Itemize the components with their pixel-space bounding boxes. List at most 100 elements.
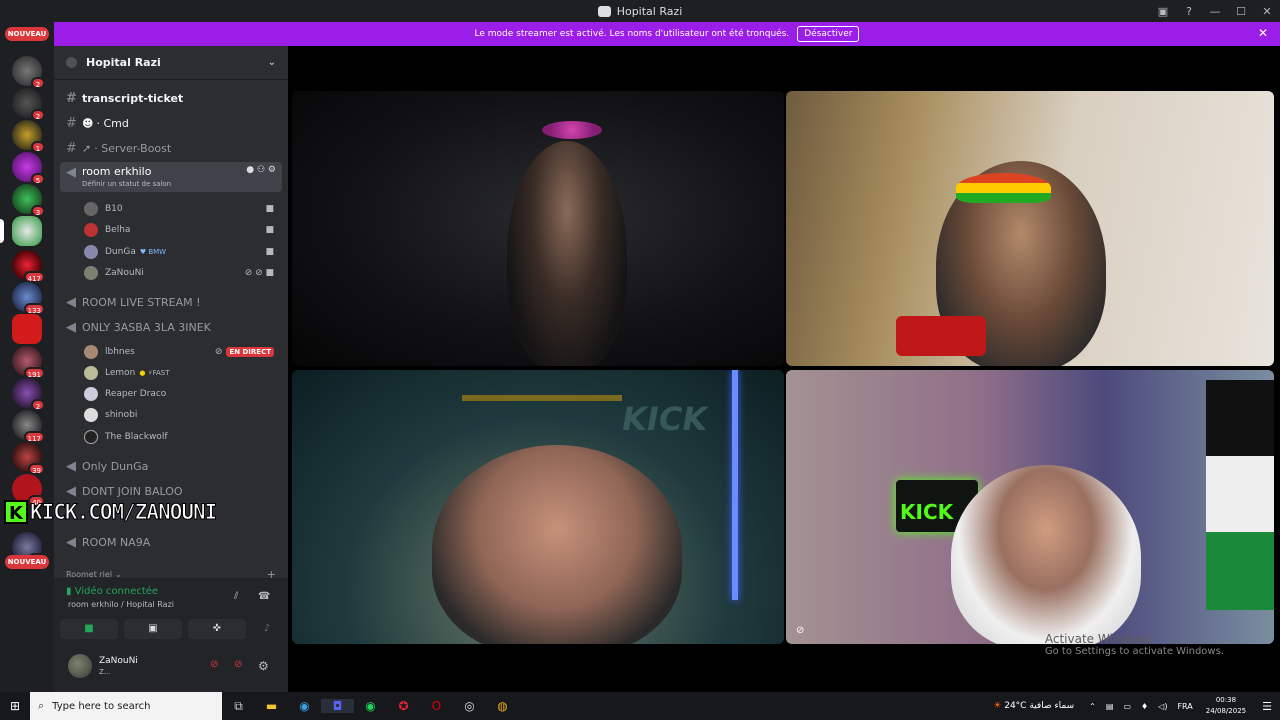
video-tile[interactable] — [292, 91, 784, 366]
avatar — [84, 245, 98, 259]
lemon-icon: ● — [139, 369, 146, 377]
camera-button[interactable]: ■ — [60, 619, 118, 639]
server-icon[interactable]: 2 — [12, 56, 45, 89]
task-view-icon[interactable]: ⧉ — [222, 699, 255, 714]
signal-icon: ▮ — [66, 586, 72, 597]
banner-text: Le mode streamer est activé. Les noms d'… — [474, 29, 790, 39]
voice-channel-room-na9a[interactable]: ◀ ROOM NA9A — [60, 531, 282, 553]
voice-user[interactable]: Belha ■ — [84, 220, 280, 240]
system-tray: ☀ 24°C سماء صافية ⌃ ▤ ▭ ♦ ◁) FRA 00:38 2… — [993, 692, 1280, 720]
server-icon[interactable]: 2 — [12, 88, 45, 121]
language-indicator[interactable]: FRA — [1177, 702, 1192, 711]
network-icon[interactable]: ▭ — [1123, 702, 1131, 711]
window-title: Hopital Razi — [616, 4, 683, 18]
activity-button[interactable]: ✜ — [188, 619, 246, 639]
help-icon[interactable]: ? — [1176, 5, 1202, 18]
video-feed-led-strip — [732, 370, 738, 600]
server-header[interactable]: Hopital Razi ⌄ — [54, 46, 288, 80]
server-icon[interactable]: 39 — [12, 442, 45, 475]
avatar — [84, 202, 98, 216]
maximize-button[interactable]: ☐ — [1228, 5, 1254, 18]
server-icon[interactable]: 3 — [12, 184, 45, 217]
window-controls: ▣ ? — ☐ ✕ — [1150, 0, 1280, 22]
video-tile[interactable]: KICK ⊘ — [786, 370, 1274, 644]
voice-channel-only-3asba[interactable]: ◀ ONLY 3ASBA 3LA 3INEK — [60, 316, 282, 338]
voice-user[interactable]: lbhnes ⊘ EN DIRECT — [84, 342, 280, 362]
connection-location[interactable]: room erkhilo / Hopital Razi — [68, 600, 174, 609]
voice-user[interactable]: B10 ■ — [84, 199, 280, 219]
channel-transcript-ticket[interactable]: # transcript-ticket — [60, 87, 282, 109]
streamer-mode-banner: Le mode streamer est activé. Les noms d'… — [54, 22, 1280, 46]
disconnect-icon[interactable]: ☎ — [258, 591, 270, 602]
video-feed-kick-sign-text: KICK — [900, 500, 954, 524]
disable-streamer-mode-button[interactable]: Désactiver — [797, 26, 860, 42]
spotify-icon[interactable]: ◉ — [354, 699, 387, 713]
voice-user[interactable]: Reaper Draco — [84, 384, 280, 404]
server-icon[interactable]: 417 — [12, 250, 45, 283]
voice-channel-room-erkhilo[interactable]: ◀ room erkhilo Définir un statut de salo… — [60, 162, 282, 192]
red-app-icon[interactable]: ✪ — [387, 699, 420, 713]
deafen-icon[interactable]: ⊘ — [234, 659, 242, 670]
tray-app-icon[interactable]: ▤ — [1106, 702, 1114, 711]
server-icon[interactable]: 5 — [12, 152, 45, 185]
video-tile[interactable] — [786, 91, 1274, 366]
edge-icon[interactable]: ◉ — [288, 699, 321, 713]
mic-muted-icon: ⊘ — [796, 625, 805, 636]
settings-gear-icon[interactable]: ⚙ — [258, 659, 269, 673]
channel-label: · Server-Boost — [94, 141, 172, 155]
speaker-icon: ◀ — [66, 294, 76, 310]
voice-channel-live-stream[interactable]: ◀ ROOM LIVE STREAM ! — [60, 291, 282, 313]
rocket-icon: ➚ — [82, 141, 92, 155]
avatar[interactable] — [68, 654, 92, 678]
taskbar-search[interactable]: ⌕ Type here to search — [30, 692, 222, 720]
close-banner-icon[interactable]: ✕ — [1258, 26, 1268, 40]
voice-user[interactable]: The Blackwolf — [84, 427, 280, 447]
screen-share-button[interactable]: ▣ — [124, 619, 182, 639]
notification-icon[interactable]: ☰ — [1262, 700, 1272, 713]
noise-suppression-icon[interactable]: ⫽ — [234, 591, 238, 602]
server-icon[interactable]: 133 — [12, 282, 45, 315]
channel-actions[interactable]: ● ⚇ ⚙ — [246, 165, 276, 175]
mention-badge: 2 — [31, 77, 45, 89]
server-icon-hopital-razi[interactable] — [12, 216, 42, 246]
selected-server-indicator — [0, 219, 4, 243]
channel-cmd[interactable]: # ☻ · Cmd — [60, 112, 282, 134]
inbox-icon[interactable]: ▣ — [1150, 5, 1176, 18]
voice-channel-only-dunga[interactable]: ◀ Only DunGa — [60, 455, 282, 477]
tray-chevron-up-icon[interactable]: ⌃ — [1089, 702, 1096, 711]
minimize-button[interactable]: — — [1202, 5, 1228, 18]
weather-widget[interactable]: ☀ 24°C سماء صافية — [993, 701, 1074, 711]
server-icon[interactable] — [12, 314, 42, 344]
start-windows-icon[interactable]: ⊞ — [0, 699, 30, 713]
voice-user[interactable]: DunGa ♥ BMW ■ — [84, 242, 280, 262]
voice-user[interactable]: Lemon ● ⚡FAST — [84, 363, 280, 383]
microphone-icon[interactable]: ♦ — [1141, 702, 1148, 711]
user-panel: ZaNouNi Z... ⊘ ⊘ ⚙ — [54, 646, 288, 692]
volume-icon[interactable]: ◁) — [1158, 702, 1167, 711]
video-feed-microphone — [896, 316, 986, 356]
server-icon[interactable]: 117 — [12, 410, 45, 443]
obs-icon[interactable]: ◎ — [453, 699, 486, 713]
voice-user[interactable]: shinobi — [84, 405, 280, 425]
clock-date: 24/08/2025 — [1205, 707, 1247, 715]
close-window-button[interactable]: ✕ — [1254, 5, 1280, 18]
server-icon[interactable]: 2 — [12, 378, 45, 411]
mic-muted-icon[interactable]: ⊘ — [210, 659, 218, 670]
discord-taskbar-icon[interactable]: ◘ — [321, 699, 354, 713]
opera-icon[interactable]: O — [420, 699, 453, 713]
server-icon[interactable]: 191 — [12, 346, 45, 379]
clock[interactable]: 00:38 24/08/2025 — [1206, 695, 1246, 717]
voice-user[interactable]: ZaNouNi ⊘ ⊘ ■ — [84, 263, 280, 283]
chevron-down-icon[interactable]: ⌄ — [268, 57, 276, 68]
channel-status[interactable]: Définir un statut de salon — [82, 180, 171, 188]
channel-server-boost[interactable]: # ➚ · Server-Boost — [60, 137, 282, 159]
title-bar: Hopital Razi ▣ ? — ☐ ✕ — [0, 0, 1280, 22]
soundboard-button[interactable]: ♪ — [252, 619, 282, 639]
weather-desc: سماء صافية — [1029, 701, 1075, 711]
mention-badge: 39 — [28, 463, 45, 475]
server-icon[interactable]: 1 — [12, 120, 45, 153]
video-tile[interactable]: KICK — [292, 370, 784, 644]
robot-icon: ☻ — [82, 116, 94, 130]
file-explorer-icon[interactable]: ▬ — [255, 699, 288, 713]
chrome-icon[interactable]: ◍ — [486, 699, 519, 713]
